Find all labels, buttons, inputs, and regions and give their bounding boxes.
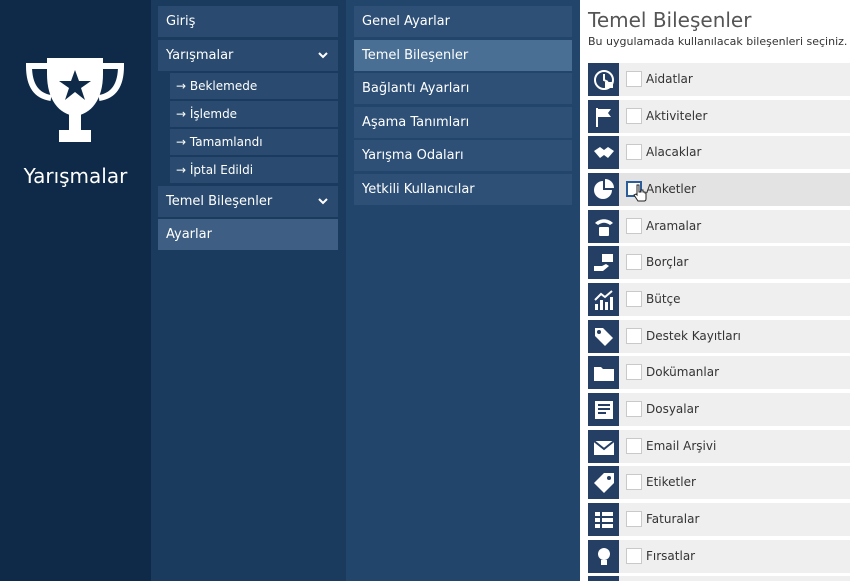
component-checkbox[interactable] [626,511,642,527]
component-label: Aidatlar [646,72,693,86]
component-label: Aramalar [646,219,702,233]
app-title: Yarışmalar [23,164,128,188]
component-label: Dokümanlar [646,365,720,379]
component-label: Destek Kayıtları [646,329,741,343]
component-row-butce[interactable]: Bütçe [588,283,850,316]
list-icon [588,503,619,536]
chevron-down-icon [318,198,328,205]
component-checkbox[interactable] [626,144,642,160]
component-checkbox[interactable] [626,548,642,564]
component-checkbox[interactable] [626,364,642,380]
pie-chart-icon [588,173,619,206]
nav-sub-beklemede[interactable]: → Beklemede [170,73,338,99]
component-row-faturalar[interactable]: Faturalar [588,503,850,536]
nav-sub-tamamlandi[interactable]: → Tamamlandı [170,129,338,155]
nav-item-temel-bilesenler[interactable]: Temel Bileşenler [158,186,338,217]
component-row-aramalar[interactable]: Aramalar [588,210,850,243]
folder-icon [588,356,619,389]
growth-chart-icon [588,283,619,316]
tags-icon [588,320,619,353]
component-label: Fırsatlar [646,549,696,563]
component-checkbox[interactable] [626,218,642,234]
lightbulb-icon [588,540,619,573]
component-icon-tile [588,576,619,581]
tag-icon [588,466,619,499]
money-hand-icon [588,246,619,279]
settings-item-asama[interactable]: Aşama Tanımları [354,107,572,138]
settings-item-yetkili[interactable]: Yetkili Kullanıcılar [354,174,572,205]
component-row-aktiviteler[interactable]: Aktiviteler [588,100,850,133]
dues-clock-icon [588,63,619,96]
component-label: Faturalar [646,512,700,526]
hand-cursor-icon [633,184,647,202]
component-checkbox[interactable] [626,401,642,417]
component-label: Borçlar [646,255,689,269]
settings-item-baglanti[interactable]: Bağlantı Ayarları [354,73,572,104]
page-subtitle: Bu uygulamada kullanılacak bileşenleri s… [588,35,848,48]
nav-sub-iptal[interactable]: → İptal Edildi [170,157,338,183]
component-checkbox[interactable] [626,474,642,490]
component-row-dosyalar[interactable]: Dosyalar [588,393,850,426]
component-label: Aktiviteler [646,109,708,123]
nav-label: Temel Bileşenler [166,194,273,209]
nav-item-yarismalar[interactable]: Yarışmalar [158,40,338,71]
component-checkbox[interactable] [626,254,642,270]
component-label: Etiketler [646,475,696,489]
component-label: Email Arşivi [646,439,717,453]
component-checkbox[interactable] [626,71,642,87]
handshake-icon [588,136,619,169]
nav-item-ayarlar[interactable]: Ayarlar [158,219,338,250]
component-label: Dosyalar [646,402,699,416]
component-checkbox[interactable] [626,438,642,454]
settings-item-odalar[interactable]: Yarışma Odaları [354,140,572,171]
component-label: Alacaklar [646,145,702,159]
phone-icon [588,210,619,243]
nav-label: Giriş [166,14,196,29]
component-label: Bütçe [646,292,681,306]
settings-item-temel[interactable]: Temel Bileşenler [354,40,572,71]
component-row-alacaklar[interactable]: Alacaklar [588,136,850,169]
component-label: Anketler [646,182,697,196]
newspaper-icon [588,393,619,426]
email-icon [588,430,619,463]
component-row-dokumanlar[interactable]: Dokümanlar [588,356,850,389]
nav-label: Ayarlar [166,227,212,242]
nav-item-giris[interactable]: Giriş [158,6,338,37]
component-row-destek[interactable]: Destek Kayıtları [588,320,850,353]
component-row-borclar[interactable]: Borçlar [588,246,850,279]
page-title: Temel Bileşenler [588,8,752,32]
trophy-icon [25,58,125,142]
component-checkbox[interactable] [626,291,642,307]
component-row-firsatlar[interactable]: Fırsatlar [588,540,850,573]
component-row-aidatlar[interactable]: Aidatlar [588,63,850,96]
settings-item-genel[interactable]: Genel Ayarlar [354,6,572,37]
nav-label: Yarışmalar [166,48,234,63]
component-row-etiketler[interactable]: Etiketler [588,466,850,499]
component-row-anketler[interactable]: Anketler [588,173,850,206]
flag-icon [588,100,619,133]
component-checkbox[interactable] [626,108,642,124]
component-row-email[interactable]: Email Arşivi [588,430,850,463]
component-row-partial[interactable] [588,576,850,581]
nav-sub-islemde[interactable]: → İşlemde [170,101,338,127]
chevron-down-icon [318,52,328,59]
component-checkbox[interactable] [626,328,642,344]
